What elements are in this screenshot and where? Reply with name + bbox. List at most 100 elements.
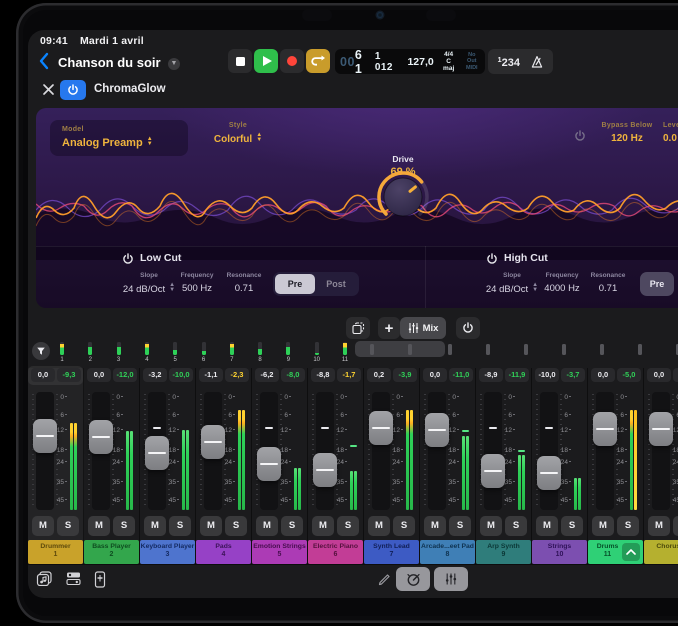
fader-handle[interactable] (649, 412, 673, 446)
volume-value[interactable]: -12,0 (113, 368, 137, 382)
high-cut-power-icon[interactable] (486, 253, 498, 265)
style-selector[interactable]: Style Colorful▲▼ (200, 122, 276, 145)
filter-tracks-button[interactable] (32, 342, 50, 360)
plugin-stack-button[interactable] (66, 571, 81, 591)
mixer-power-button[interactable] (456, 317, 480, 339)
track-name-plate[interactable]: Chorus V (644, 540, 678, 564)
mute-button[interactable]: M (368, 516, 390, 536)
track-name-plate[interactable]: Electric Piano6 (308, 540, 363, 564)
project-title[interactable]: Chanson du soir (58, 55, 161, 70)
track-name-plate[interactable]: Synth Lead7 (364, 540, 419, 564)
fader-panel-button[interactable] (94, 571, 106, 593)
pan-value[interactable]: 0,0 (591, 368, 615, 382)
solo-button[interactable]: S (617, 516, 639, 536)
lcd-display[interactable]: 00 6 1 1 012 127,0 4/4 C maj No Out MIDI (335, 49, 485, 74)
mix-view-button[interactable]: Mix (400, 317, 446, 339)
volume-value[interactable]: -11,0 (449, 368, 473, 382)
pan-value[interactable]: 0,2 (367, 368, 391, 382)
solo-button[interactable]: S (673, 516, 678, 536)
fader-handle[interactable] (145, 436, 169, 470)
edit-pencil-button[interactable] (378, 573, 391, 591)
fader-handle[interactable] (537, 456, 561, 490)
count-in-button[interactable]: 1234 (497, 55, 520, 69)
track-name-plate[interactable]: Keyboard Player3 (140, 540, 195, 564)
fader-handle[interactable] (425, 413, 449, 447)
fader-track[interactable] (316, 392, 334, 510)
fader-track[interactable] (484, 392, 502, 510)
pan-value[interactable]: 0,0 (31, 368, 55, 382)
fader-handle[interactable] (481, 454, 505, 488)
track-name-plate[interactable]: Pads4 (196, 540, 251, 564)
level-control[interactable]: Level 0.0 (663, 122, 678, 144)
pan-value[interactable]: -8,8 (311, 368, 335, 382)
mute-button[interactable]: M (536, 516, 558, 536)
solo-button[interactable]: S (393, 516, 415, 536)
volume-value[interactable]: -2,3 (225, 368, 249, 382)
mute-button[interactable]: M (200, 516, 222, 536)
pan-value[interactable]: -8,9 (479, 368, 503, 382)
mute-button[interactable]: M (256, 516, 278, 536)
cycle-button[interactable] (306, 49, 330, 73)
track-name-plate[interactable]: Arp Synth9 (476, 540, 531, 564)
solo-button[interactable]: S (281, 516, 303, 536)
solo-button[interactable]: S (169, 516, 191, 536)
solo-button[interactable]: S (225, 516, 247, 536)
track-name-plate[interactable]: Bass Player2 (84, 540, 139, 564)
fader-handle[interactable] (201, 425, 225, 459)
mute-button[interactable]: M (312, 516, 334, 536)
fader-handle[interactable] (33, 419, 57, 453)
mute-button[interactable]: M (88, 516, 110, 536)
solo-button[interactable]: S (561, 516, 583, 536)
track-name-plate[interactable]: Drums11 (588, 540, 643, 564)
duplicate-button[interactable] (346, 317, 370, 339)
mixer-view-button[interactable] (434, 567, 468, 591)
mute-button[interactable]: M (480, 516, 502, 536)
pan-value[interactable]: 0,0 (423, 368, 447, 382)
high-cut-resonance[interactable]: Resonance 0.71 (576, 272, 640, 294)
fader-handle[interactable] (369, 411, 393, 445)
pre-button[interactable]: Pre (275, 274, 315, 294)
fader-track[interactable] (540, 392, 558, 510)
bypass-below-control[interactable]: Bypass Below 120 Hz (592, 122, 662, 144)
mute-button[interactable]: M (592, 516, 614, 536)
solo-button[interactable]: S (449, 516, 471, 536)
solo-button[interactable]: S (113, 516, 135, 536)
volume-value[interactable]: -3,9 (393, 368, 417, 382)
pan-value[interactable]: -3,2 (143, 368, 167, 382)
volume-value[interactable]: -9,3 (57, 368, 81, 382)
mute-button[interactable]: M (424, 516, 446, 536)
mute-button[interactable]: M (648, 516, 670, 536)
fader-track[interactable] (596, 392, 614, 510)
low-cut-resonance[interactable]: Resonance 0.71 (212, 272, 276, 294)
volume-value[interactable]: -10,0 (169, 368, 193, 382)
solo-button[interactable]: S (337, 516, 359, 536)
mute-button[interactable]: M (144, 516, 166, 536)
volume-value[interactable]: -11,9 (505, 368, 529, 382)
fader-track[interactable] (652, 392, 670, 510)
post-button[interactable]: Post (315, 274, 357, 294)
solo-button[interactable]: S (57, 516, 79, 536)
fader-track[interactable] (372, 392, 390, 510)
fader-handle[interactable] (313, 453, 337, 487)
close-plugin-button[interactable] (42, 83, 55, 96)
play-button[interactable] (254, 49, 278, 73)
loop-browser-button[interactable] (36, 571, 53, 591)
pan-value[interactable]: 0,0 (647, 368, 671, 382)
stop-button[interactable] (228, 49, 252, 73)
low-cut-power-icon[interactable] (122, 253, 134, 265)
add-track-button[interactable]: + (378, 317, 400, 339)
mute-button[interactable]: M (32, 516, 54, 536)
metronome-icon[interactable] (530, 55, 544, 69)
track-name-plate[interactable]: Drummer1 (28, 540, 83, 564)
drive-knob[interactable] (373, 167, 433, 227)
model-selector[interactable]: Model Analog Preamp▲▼ (50, 120, 188, 156)
volume-value[interactable]: -1,7 (337, 368, 361, 382)
pan-value[interactable]: -6,2 (255, 368, 279, 382)
volume-value[interactable]: -3,7 (561, 368, 585, 382)
fader-handle[interactable] (593, 412, 617, 446)
fader-track[interactable] (428, 392, 446, 510)
volume-value[interactable] (673, 368, 678, 382)
solo-button[interactable]: S (505, 516, 527, 536)
record-button[interactable] (280, 49, 304, 73)
volume-value[interactable]: -5,0 (617, 368, 641, 382)
